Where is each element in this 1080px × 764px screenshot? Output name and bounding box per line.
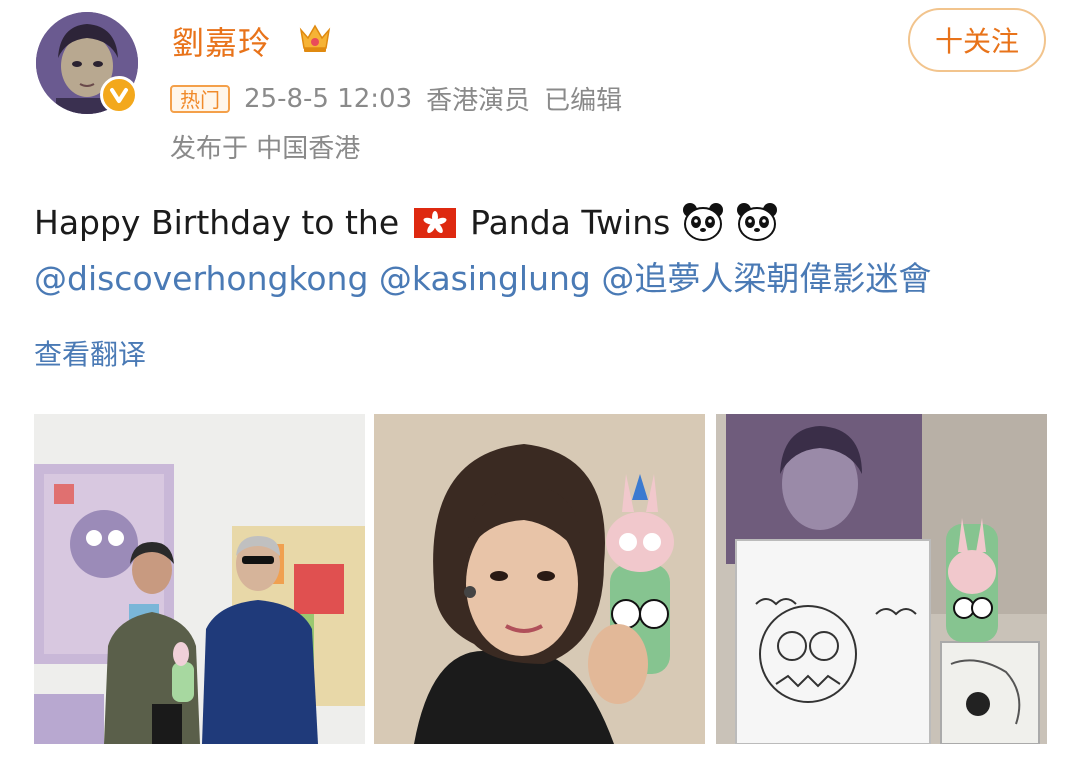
panda-icon — [737, 203, 778, 241]
post-text-suffix: Panda Twins — [470, 203, 671, 242]
mention-link[interactable]: @追夢人梁朝偉影迷會 — [601, 259, 931, 298]
location-text: 发布于 中国香港 — [170, 134, 361, 164]
mention-link[interactable]: @discoverhongkong — [34, 259, 368, 298]
user-role: 香港演员 — [426, 86, 531, 116]
photo-woman-with-figure[interactable] — [374, 414, 705, 744]
panda-icon — [682, 203, 723, 241]
crown-icon — [299, 24, 331, 52]
translate-link[interactable]: 查看翻译 — [34, 333, 146, 373]
mention-link[interactable]: @kasinglung — [379, 259, 591, 298]
post-body: Happy Birthday to the Panda Twins @disco… — [34, 195, 1044, 307]
follow-button[interactable]: 十关注 — [908, 8, 1046, 72]
post-line-2: @discoverhongkong @kasinglung @追夢人梁朝偉影迷會 — [34, 251, 1044, 307]
photo-gallery-two-men[interactable] — [34, 414, 365, 744]
post-meta: 热门 25-8-5 12:03 香港演员 已编辑 — [170, 80, 622, 117]
post-text-prefix: Happy Birthday to the — [34, 203, 400, 242]
verified-icon — [100, 76, 138, 114]
photo-portrait-and-sketch[interactable] — [716, 414, 1047, 744]
timestamp: 25-8-5 12:03 — [244, 83, 413, 114]
hot-badge[interactable]: 热门 — [170, 84, 230, 113]
edited-label[interactable]: 已编辑 — [544, 80, 622, 117]
user-name[interactable]: 劉嘉玲 — [172, 18, 271, 64]
hong-kong-flag-icon — [413, 208, 456, 238]
post-line-1: Happy Birthday to the Panda Twins — [34, 195, 1044, 251]
